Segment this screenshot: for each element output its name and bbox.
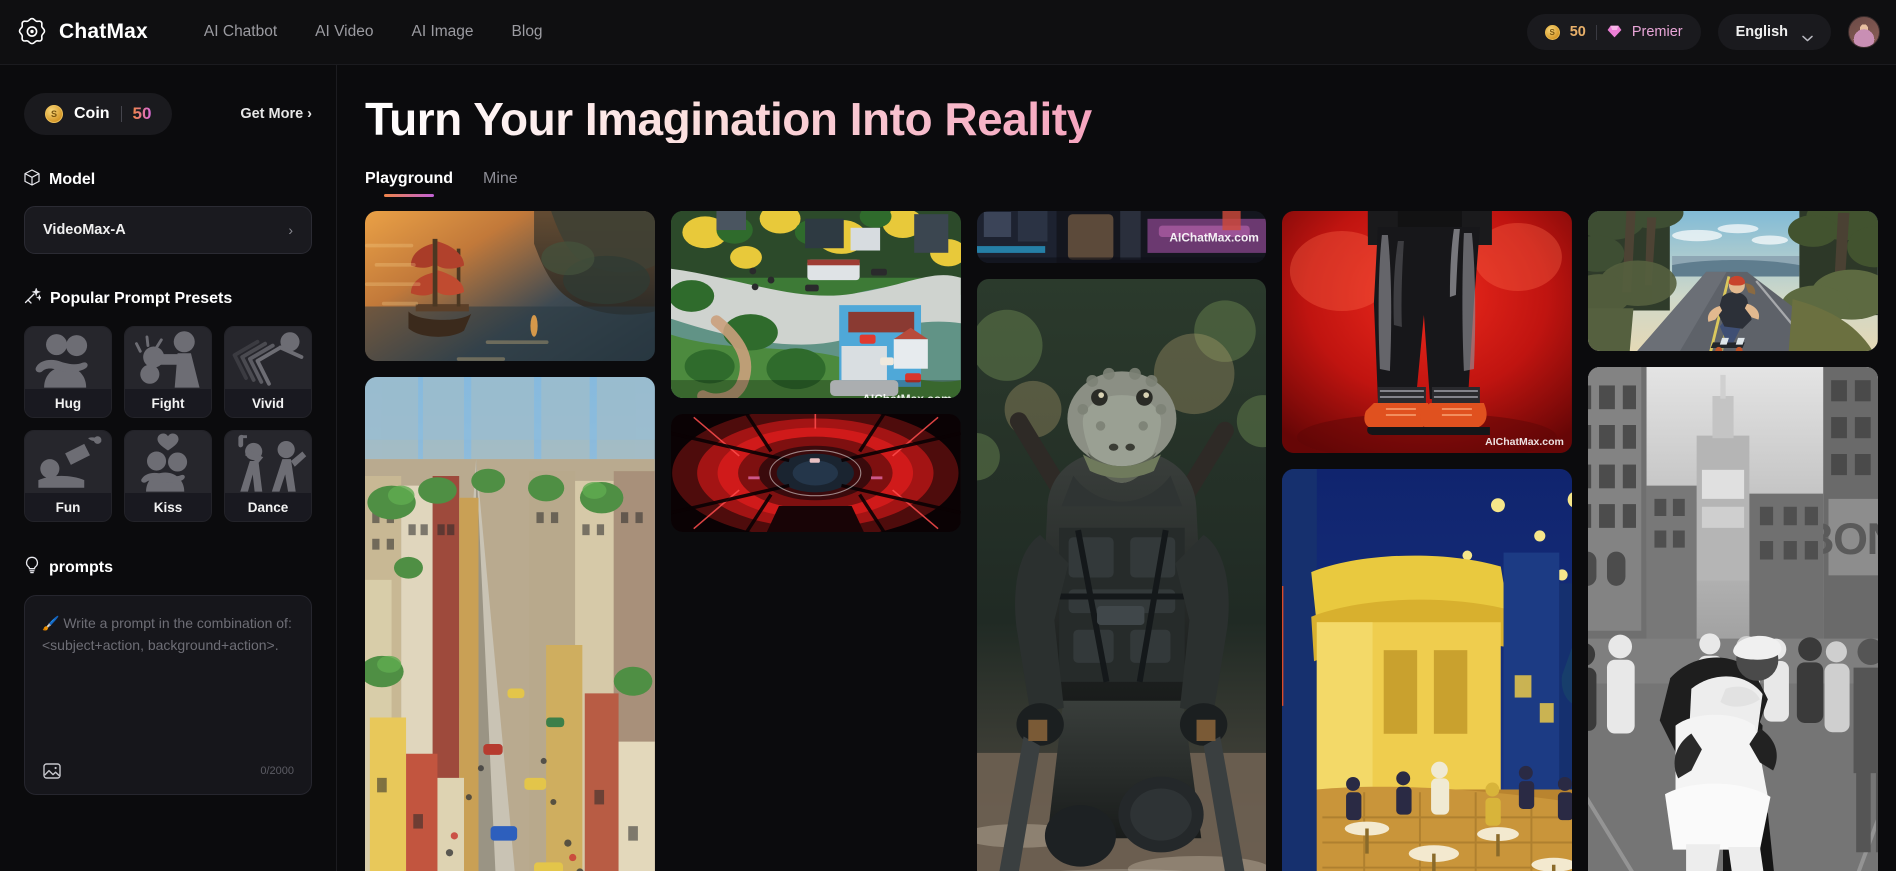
gear-logo-icon	[16, 16, 48, 48]
card-vj-day-kiss[interactable]: BOND	[1588, 367, 1878, 871]
card-miniature-town-aerial[interactable]: AIChatMax.com	[670, 211, 961, 399]
preset-hug[interactable]: Hug	[24, 326, 112, 418]
language-label: English	[1735, 24, 1788, 40]
model-section-title: Model	[49, 171, 96, 188]
model-section-header: Model	[24, 169, 312, 191]
fun-icon	[25, 431, 111, 493]
sidebar: S Coin 50 Get More › Model VideoMax-A ›	[0, 65, 337, 871]
preset-label: Fight	[125, 389, 211, 417]
svg-text:AIChatMax.com: AIChatMax.com	[862, 392, 951, 398]
prompts-section-title: prompts	[49, 558, 113, 576]
gallery-grid: AIChatMax.com AIChatMax.com BO	[365, 211, 1896, 871]
brand[interactable]: ChatMax	[16, 16, 148, 48]
card-crocodile-soldier[interactable]	[976, 279, 1267, 871]
fight-icon	[125, 327, 211, 389]
cube-icon	[24, 169, 40, 191]
app-header: ChatMax AI Chatbot AI Video AI Image Blo…	[0, 0, 1896, 65]
nav-item-blog[interactable]: Blog	[512, 23, 543, 41]
gallery-tabs: Playground Mine	[365, 170, 1896, 198]
presets-section-header: Popular Prompt Presets	[24, 287, 312, 310]
card-red-sci-fi-tunnel[interactable]	[670, 414, 961, 533]
chevron-down-icon	[1802, 29, 1813, 41]
nav-item-ai-video[interactable]: AI Video	[315, 23, 373, 41]
nav-item-ai-image[interactable]: AI Image	[412, 23, 474, 41]
preset-label: Fun	[25, 493, 111, 521]
coin-premier-badge[interactable]: S 50 Premier	[1526, 14, 1701, 50]
preset-label: Vivid	[225, 389, 311, 417]
diamond-icon	[1607, 25, 1622, 40]
coin-icon: S	[1544, 24, 1560, 40]
gallery-column: AIChatMax.com	[976, 211, 1267, 871]
main-nav: AI Chatbot AI Video AI Image Blog	[204, 23, 543, 41]
preset-dance[interactable]: Dance	[224, 430, 312, 522]
card-cafe-terrace-night[interactable]	[1282, 469, 1573, 871]
preset-kiss[interactable]: Kiss	[124, 430, 212, 522]
hug-icon	[25, 327, 111, 389]
model-selected-value: VideoMax-A	[43, 222, 126, 238]
prompt-input[interactable]: 🖌️ Write a prompt in the combination of:…	[24, 595, 312, 795]
preset-vivid[interactable]: Vivid	[224, 326, 312, 418]
coin-icon: S	[45, 105, 63, 123]
gallery-column: AIChatMax.com	[670, 211, 961, 871]
main-content: Turn Your Imagination Into Reality Playg…	[337, 65, 1896, 871]
dance-icon	[225, 431, 311, 493]
gallery-column: AIChatMax.com	[1282, 211, 1573, 871]
presets-section-title: Popular Prompt Presets	[50, 290, 233, 307]
get-more-button[interactable]: Get More ›	[240, 106, 312, 122]
gallery-column: BOND	[1588, 211, 1878, 871]
get-more-label: Get More	[240, 106, 304, 122]
tab-mine[interactable]: Mine	[483, 170, 518, 197]
coin-amount: 50	[132, 104, 152, 123]
preset-fight[interactable]: Fight	[124, 326, 212, 418]
gallery-column	[365, 211, 655, 871]
header-right: S 50 Premier English	[1526, 14, 1880, 50]
model-selector[interactable]: VideoMax-A ›	[24, 206, 312, 254]
badge-divider	[1595, 24, 1597, 40]
header-coin-value: 50	[1569, 24, 1586, 40]
prompts-section-header: prompts	[24, 556, 312, 579]
card-pirate-ship[interactable]	[365, 211, 655, 362]
premier-label: Premier	[1631, 24, 1683, 40]
preset-label: Dance	[225, 493, 311, 521]
lightbulb-icon	[24, 556, 40, 579]
svg-text:AIChatMax.com: AIChatMax.com	[1486, 436, 1565, 448]
card-neon-street-crop[interactable]: AIChatMax.com	[976, 211, 1267, 264]
presets-grid: Hug Fight Vivid Fun Kiss Dance	[24, 326, 312, 522]
avatar[interactable]	[1848, 16, 1880, 48]
image-upload-icon[interactable]	[42, 761, 62, 781]
coin-divider	[120, 106, 122, 122]
char-counter: 0/2000	[260, 765, 294, 777]
vivid-icon	[225, 327, 311, 389]
chevron-right-icon: ›	[307, 106, 312, 122]
sidebar-coin-row: S Coin 50 Get More ›	[24, 93, 312, 135]
brand-name: ChatMax	[59, 20, 148, 43]
coin-label: Coin	[74, 105, 110, 122]
card-miniature-city-street[interactable]	[365, 377, 655, 871]
kiss-icon	[125, 431, 211, 493]
language-selector[interactable]: English	[1717, 14, 1831, 50]
prompt-placeholder: 🖌️ Write a prompt in the combination of:…	[42, 615, 292, 653]
coin-balance-box[interactable]: S Coin 50	[24, 93, 173, 135]
app-body: S Coin 50 Get More › Model VideoMax-A ›	[0, 65, 1896, 871]
card-skateboarder-coast[interactable]	[1588, 211, 1878, 352]
preset-label: Kiss	[125, 493, 211, 521]
card-red-stage-sneakers[interactable]: AIChatMax.com	[1282, 211, 1573, 454]
svg-text:AIChatMax.com: AIChatMax.com	[1169, 231, 1258, 245]
nav-item-ai-chatbot[interactable]: AI Chatbot	[204, 23, 277, 41]
page-title: Turn Your Imagination Into Reality	[365, 95, 1896, 144]
preset-fun[interactable]: Fun	[24, 430, 112, 522]
prompt-footer: 0/2000	[42, 761, 294, 781]
sparkle-icon	[24, 287, 43, 310]
preset-label: Hug	[25, 389, 111, 417]
chevron-right-icon: ›	[288, 222, 293, 238]
tab-playground[interactable]: Playground	[365, 170, 453, 198]
